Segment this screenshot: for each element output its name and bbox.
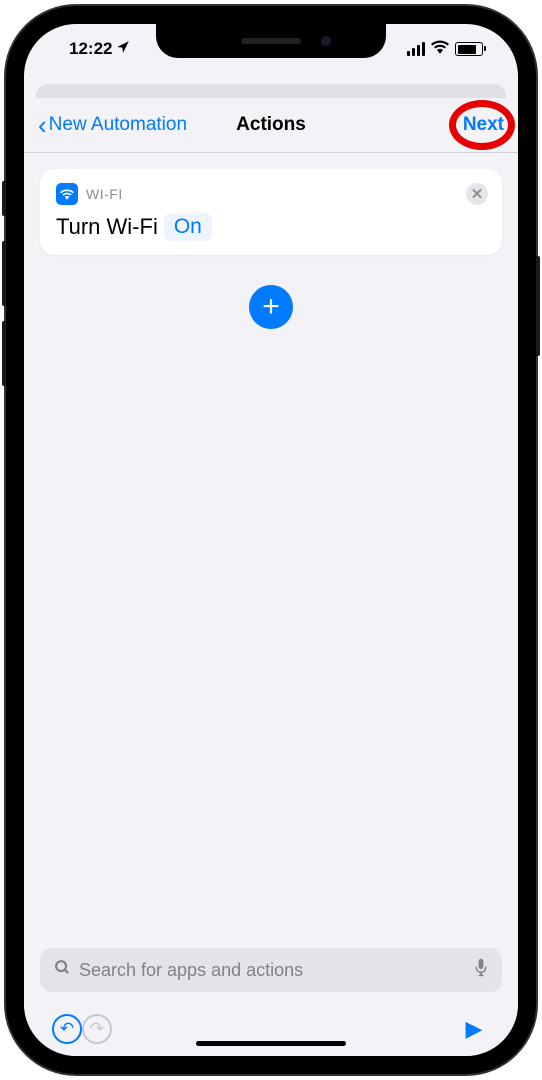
status-time: 12:22 bbox=[69, 39, 112, 59]
undo-icon: ↶ bbox=[60, 1019, 74, 1039]
play-button[interactable]: ▶ bbox=[458, 1013, 490, 1045]
x-icon: ✕ bbox=[471, 185, 484, 203]
action-category-label: WI-FI bbox=[86, 186, 123, 202]
content-area: WI-FI ✕ Turn Wi-Fi On + bbox=[24, 153, 518, 948]
next-button[interactable]: Next bbox=[463, 114, 504, 136]
action-description: Turn Wi-Fi On bbox=[56, 213, 486, 241]
mute-switch bbox=[2, 181, 6, 216]
back-button[interactable]: ‹ New Automation bbox=[38, 112, 187, 138]
action-text-label: Turn Wi-Fi bbox=[56, 214, 158, 240]
action-parameter[interactable]: On bbox=[164, 213, 212, 241]
add-action-button[interactable]: + bbox=[249, 285, 293, 329]
microphone-icon[interactable] bbox=[474, 958, 488, 982]
redo-button: ↷ bbox=[82, 1014, 112, 1044]
redo-icon: ↷ bbox=[90, 1019, 104, 1039]
action-card[interactable]: WI-FI ✕ Turn Wi-Fi On bbox=[40, 169, 502, 255]
home-indicator[interactable] bbox=[196, 1041, 346, 1046]
notch bbox=[156, 24, 386, 58]
battery-icon bbox=[455, 42, 483, 56]
volume-down-button bbox=[2, 321, 6, 386]
search-area: Search for apps and actions bbox=[24, 948, 518, 1002]
modal-sheet: ‹ New Automation Actions Next bbox=[24, 98, 518, 1056]
cellular-signal-icon bbox=[407, 42, 425, 56]
bottom-toolbar: ↶ ↷ ▶ bbox=[24, 1002, 518, 1056]
power-button bbox=[536, 256, 540, 356]
remove-action-button[interactable]: ✕ bbox=[466, 183, 488, 205]
play-icon: ▶ bbox=[466, 1016, 483, 1042]
chevron-left-icon: ‹ bbox=[38, 112, 47, 138]
speaker bbox=[241, 38, 301, 44]
screen: 12:22 bbox=[24, 24, 518, 1056]
phone-frame: 12:22 bbox=[6, 6, 536, 1074]
search-icon bbox=[54, 959, 71, 981]
plus-icon: + bbox=[262, 290, 280, 324]
page-title: Actions bbox=[236, 114, 306, 136]
search-placeholder: Search for apps and actions bbox=[79, 960, 466, 981]
volume-up-button bbox=[2, 241, 6, 306]
undo-button[interactable]: ↶ bbox=[52, 1014, 82, 1044]
wifi-status-icon bbox=[431, 39, 449, 59]
front-camera bbox=[321, 36, 331, 46]
back-label: New Automation bbox=[49, 114, 187, 136]
search-bar[interactable]: Search for apps and actions bbox=[40, 948, 502, 992]
location-services-icon bbox=[116, 40, 130, 58]
navigation-bar: ‹ New Automation Actions Next bbox=[24, 98, 518, 153]
wifi-icon bbox=[56, 183, 78, 205]
